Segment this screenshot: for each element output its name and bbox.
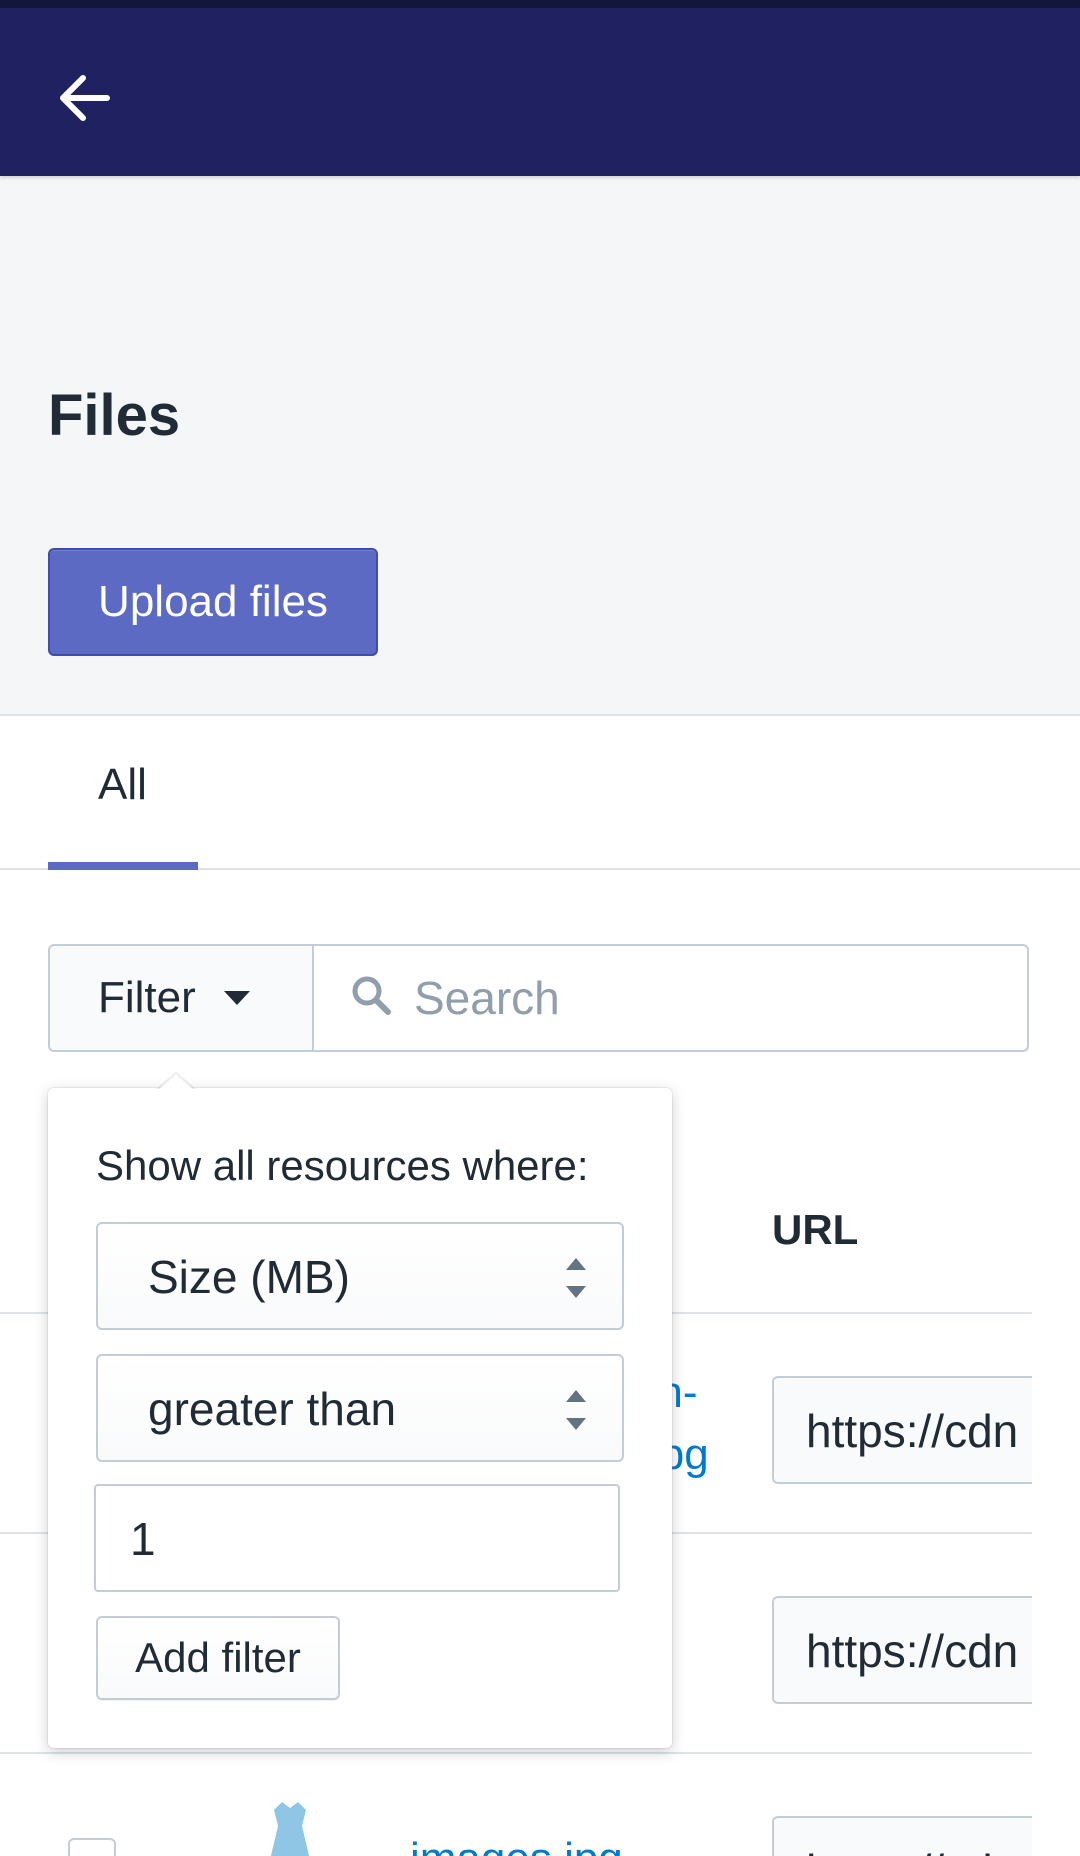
url-field[interactable]: https://cdn	[772, 1816, 1032, 1856]
url-value: https://cdn	[806, 1844, 1018, 1856]
filter-field-value: Size (MB)	[148, 1251, 350, 1303]
top-bar	[0, 8, 1080, 176]
file-thumbnail	[270, 1802, 310, 1856]
filter-operator-select[interactable]: greater than	[96, 1354, 624, 1462]
caret-down-icon	[223, 991, 250, 1005]
url-value: https://cdn	[806, 1625, 1019, 1677]
tab-all[interactable]: All	[48, 716, 198, 870]
filter-operator-value: greater than	[148, 1383, 397, 1435]
add-filter-button[interactable]: Add filter	[96, 1616, 340, 1700]
filter-value-input[interactable]: 1	[94, 1484, 620, 1592]
url-value: https://cdn	[806, 1405, 1019, 1457]
filter-value-text: 1	[130, 1513, 156, 1565]
tab-bar: All	[0, 716, 1080, 870]
search-field[interactable]	[312, 944, 1029, 1052]
select-arrows-icon	[566, 1258, 586, 1298]
arrow-left-icon	[60, 75, 110, 121]
filter-popover-heading: Show all resources where:	[96, 1142, 589, 1189]
filter-field-select[interactable]: Size (MB)	[96, 1222, 624, 1330]
filter-button[interactable]: Filter	[48, 944, 314, 1052]
tab-all-label: All	[98, 760, 147, 809]
tab-selected-indicator	[48, 862, 198, 870]
row-checkbox[interactable]	[68, 1838, 116, 1856]
file-name-link[interactable]: images.jpg	[410, 1834, 623, 1856]
row-divider	[0, 1752, 1032, 1754]
page-title: Files	[48, 383, 181, 448]
column-header-url: URL	[772, 1206, 859, 1253]
url-field[interactable]: https://cdn	[772, 1596, 1032, 1704]
status-bar	[0, 0, 1080, 8]
upload-files-button[interactable]: Upload files	[48, 548, 378, 656]
search-icon	[352, 976, 391, 1015]
url-field[interactable]: https://cdn	[772, 1376, 1032, 1484]
popover-arrow	[156, 1072, 196, 1090]
filter-label: Filter	[98, 973, 196, 1022]
filter-popover: Show all resources where: Size (MB) grea…	[48, 1072, 672, 1748]
select-arrows-icon	[566, 1390, 586, 1430]
back-button[interactable]	[52, 66, 116, 130]
search-input[interactable]	[414, 966, 994, 1030]
